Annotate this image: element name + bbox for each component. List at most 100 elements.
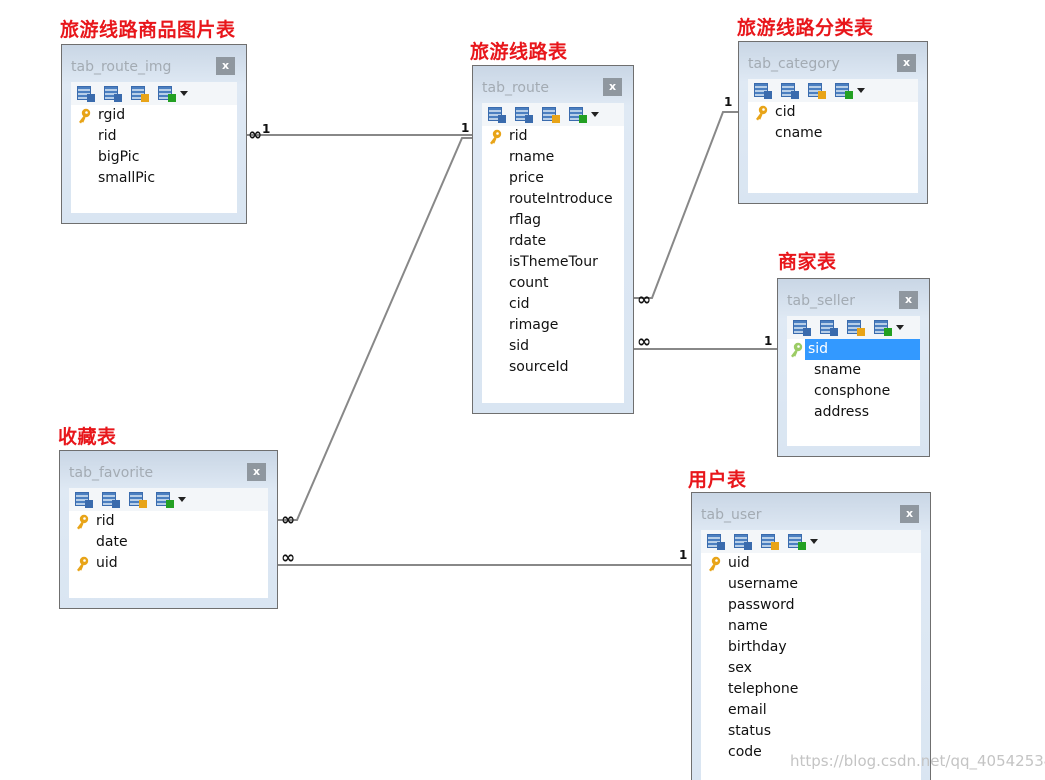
primary-key-icon xyxy=(707,556,721,572)
field-row[interactable]: sex xyxy=(701,658,921,679)
field-row[interactable]: uid xyxy=(701,553,921,574)
edit-table-icon[interactable] xyxy=(793,319,811,336)
table-properties-icon[interactable] xyxy=(781,82,799,99)
edit-table-icon[interactable] xyxy=(75,491,93,508)
field-name: rname xyxy=(509,149,555,165)
field-name: name xyxy=(728,618,768,634)
dropdown-arrow-icon[interactable] xyxy=(857,88,865,93)
field-row[interactable]: rid xyxy=(482,126,624,147)
import-icon[interactable] xyxy=(569,106,587,123)
field-row[interactable]: rid xyxy=(71,126,237,147)
field-row[interactable]: rimage xyxy=(482,315,624,336)
field-row[interactable]: routeIntroduce xyxy=(482,189,624,210)
field-row[interactable]: username xyxy=(701,574,921,595)
field-row[interactable]: cid xyxy=(748,102,918,123)
field-list: rid date uid xyxy=(69,488,268,598)
field-row[interactable]: email xyxy=(701,700,921,721)
field-row[interactable]: sid xyxy=(482,336,624,357)
table-properties-icon[interactable] xyxy=(515,106,533,123)
field-name: count xyxy=(509,275,549,291)
close-button[interactable]: x xyxy=(247,463,266,481)
primary-key-icon[interactable] xyxy=(131,85,149,102)
table-properties-icon[interactable] xyxy=(820,319,838,336)
edit-table-icon[interactable] xyxy=(754,82,772,99)
field-row[interactable]: bigPic xyxy=(71,147,237,168)
table-properties-icon[interactable] xyxy=(102,491,120,508)
field-row[interactable]: address xyxy=(787,402,920,423)
dropdown-arrow-icon[interactable] xyxy=(178,497,186,502)
field-row[interactable]: price xyxy=(482,168,624,189)
table-title[interactable]: tab_seller xyxy=(787,293,855,309)
field-name: address xyxy=(814,404,870,420)
table-properties-icon[interactable] xyxy=(104,85,122,102)
primary-key-icon xyxy=(789,342,803,358)
edit-table-icon[interactable] xyxy=(488,106,506,123)
primary-key-icon xyxy=(754,105,768,121)
field-row[interactable]: sname xyxy=(787,360,920,381)
field-row[interactable]: sid xyxy=(791,339,920,360)
table-title[interactable]: tab_category xyxy=(748,56,840,72)
table-title[interactable]: tab_route xyxy=(482,80,549,96)
field-row[interactable]: rname xyxy=(482,147,624,168)
table-title[interactable]: tab_user xyxy=(701,507,762,523)
field-row[interactable]: smallPic xyxy=(71,168,237,189)
field-name: password xyxy=(728,597,795,613)
dropdown-arrow-icon[interactable] xyxy=(810,539,818,544)
table-title[interactable]: tab_route_img xyxy=(71,59,171,75)
close-button[interactable]: x xyxy=(216,57,235,75)
table-window-user[interactable]: tab_user x uid username password name birthd… xyxy=(691,492,931,780)
table-properties-icon[interactable] xyxy=(734,533,752,550)
field-row[interactable]: isThemeTour xyxy=(482,252,624,273)
primary-key-icon[interactable] xyxy=(129,491,147,508)
dropdown-arrow-icon[interactable] xyxy=(180,91,188,96)
field-row[interactable]: password xyxy=(701,595,921,616)
dropdown-arrow-icon[interactable] xyxy=(591,112,599,117)
primary-key-icon[interactable] xyxy=(847,319,865,336)
table-window-route[interactable]: tab_route x rid rname price routeIntroduce r… xyxy=(472,65,634,414)
field-row[interactable]: name xyxy=(701,616,921,637)
field-row[interactable]: telephone xyxy=(701,679,921,700)
field-row[interactable]: birthday xyxy=(701,637,921,658)
field-row[interactable]: rdate xyxy=(482,231,624,252)
primary-key-icon[interactable] xyxy=(542,106,560,123)
field-row[interactable]: cid xyxy=(482,294,624,315)
field-row[interactable]: date xyxy=(69,532,268,553)
one-cardinality: 1 xyxy=(764,334,773,348)
edit-table-icon[interactable] xyxy=(707,533,725,550)
close-button[interactable]: x xyxy=(900,505,919,523)
table-window-category[interactable]: tab_category x cid cname xyxy=(738,41,928,204)
primary-key-icon xyxy=(488,129,502,145)
field-row[interactable]: count xyxy=(482,273,624,294)
field-row[interactable]: sourceId xyxy=(482,357,624,378)
table-window-favorite[interactable]: tab_favorite x rid date uid xyxy=(59,450,278,609)
field-row[interactable]: rgid xyxy=(71,105,237,126)
field-row[interactable]: status xyxy=(701,721,921,742)
import-icon[interactable] xyxy=(874,319,892,336)
field-row[interactable]: rflag xyxy=(482,210,624,231)
primary-key-icon xyxy=(77,108,91,124)
table-window-seller[interactable]: tab_seller x sid sname consphone address xyxy=(777,278,930,457)
close-button[interactable]: x xyxy=(603,78,622,96)
relation-line-route-category xyxy=(633,111,738,299)
table-window-route_img[interactable]: tab_route_img x rgid rid bigPic smallPic xyxy=(61,44,247,224)
close-button[interactable]: x xyxy=(899,291,918,309)
field-row[interactable]: cname xyxy=(748,123,918,144)
import-icon[interactable] xyxy=(835,82,853,99)
field-name: routeIntroduce xyxy=(509,191,613,207)
field-row[interactable]: rid xyxy=(69,511,268,532)
primary-key-icon[interactable] xyxy=(761,533,779,550)
import-icon[interactable] xyxy=(156,491,174,508)
primary-key-icon[interactable] xyxy=(808,82,826,99)
dropdown-arrow-icon[interactable] xyxy=(896,325,904,330)
table-toolbar xyxy=(482,103,624,126)
import-icon[interactable] xyxy=(158,85,176,102)
field-row[interactable]: uid xyxy=(69,553,268,574)
field-name: rid xyxy=(98,128,117,144)
close-button[interactable]: x xyxy=(897,54,916,72)
field-name: date xyxy=(96,534,128,550)
field-name: price xyxy=(509,170,544,186)
table-title[interactable]: tab_favorite xyxy=(69,465,153,481)
import-icon[interactable] xyxy=(788,533,806,550)
edit-table-icon[interactable] xyxy=(77,85,95,102)
field-row[interactable]: consphone xyxy=(787,381,920,402)
